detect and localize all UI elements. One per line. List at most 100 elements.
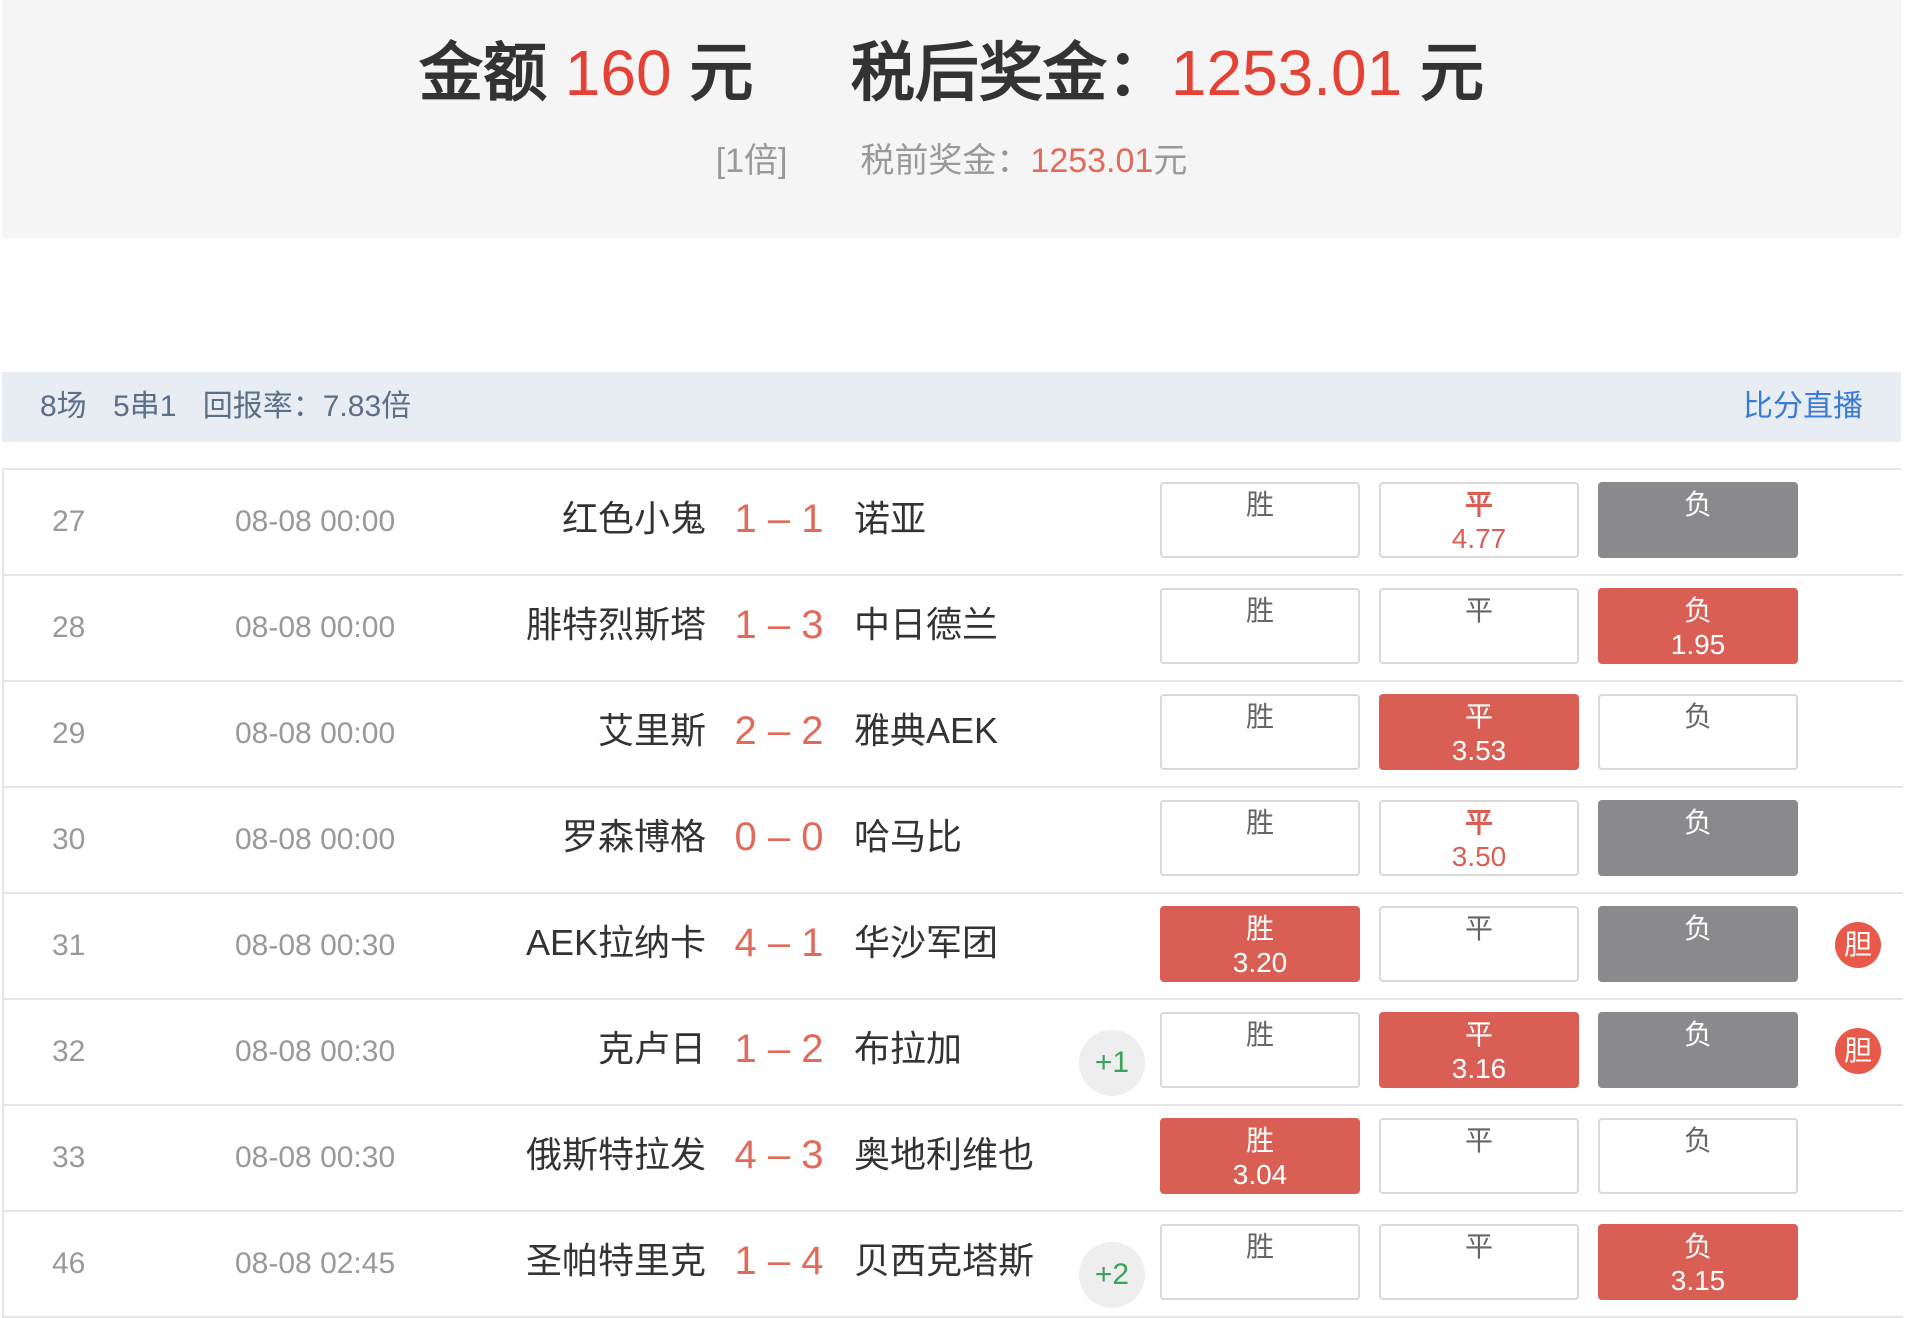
pre-tax-unit: 元 [1153, 142, 1188, 180]
option-lose[interactable]: 负 [1598, 1012, 1798, 1088]
away-team: 华沙军团 [854, 922, 999, 963]
match-number: 28 [52, 611, 86, 644]
subline: [1倍] 税前奖金：1253.01元 [2, 136, 1901, 186]
option-label: 胜 [1245, 1019, 1274, 1050]
option-label: 平 [1464, 807, 1493, 838]
away-team: 雅典AEK [854, 710, 999, 751]
option-odds: 3.04 [1232, 1159, 1288, 1190]
option-odds: 1.95 [1670, 629, 1726, 660]
option-win[interactable]: 胜 [1160, 800, 1360, 876]
option-label: 胜 [1245, 701, 1274, 732]
option-win[interactable]: 胜 3.20 [1160, 906, 1360, 982]
banker-badge: 胆 [1835, 922, 1881, 968]
home-team: 罗森博格 [561, 816, 706, 857]
option-lose[interactable]: 负 [1598, 482, 1798, 558]
prize-summary: 金额 160 元 税后奖金：1253.01 元 [1倍] 税前奖金：1253.0… [2, 0, 1901, 238]
option-draw[interactable]: 平 3.50 [1379, 800, 1579, 876]
option-draw[interactable]: 平 [1379, 906, 1579, 982]
pre-tax-value: 1253.01 [1030, 142, 1154, 180]
match-number: 31 [52, 929, 86, 962]
return-rate: 回报率：7.83倍 [202, 390, 412, 423]
match-time: 08-08 00:30 [235, 929, 396, 962]
option-label: 负 [1683, 1125, 1712, 1156]
match-score: 1 – 3 [734, 603, 824, 647]
option-lose[interactable]: 负 [1598, 694, 1798, 770]
match-row: 30 08-08 00:00 罗森博格 0 – 0 哈马比 胜 平 3.50 负 [2, 788, 1903, 894]
match-score: 0 – 0 [734, 815, 824, 859]
option-lose[interactable]: 负 3.15 [1598, 1224, 1798, 1300]
home-team: AEK拉纳卡 [525, 922, 706, 963]
home-team: 克卢日 [597, 1028, 706, 1069]
match-count: 8场 [40, 390, 87, 423]
multiple: [1倍] [715, 142, 788, 180]
more-options-badge[interactable]: +1 [1079, 1030, 1145, 1096]
option-label: 平 [1464, 1019, 1493, 1050]
match-row: 28 08-08 00:00 腓特烈斯塔 1 – 3 中日德兰 胜 平 负 1.95 [2, 576, 1903, 682]
match-time: 08-08 00:30 [235, 1141, 396, 1174]
match-time: 08-08 00:00 [235, 505, 396, 538]
away-team: 中日德兰 [854, 604, 999, 645]
match-row: 31 08-08 00:30 AEK拉纳卡 4 – 1 华沙军团 胜 3.20 平 负 胆 [2, 894, 1903, 1000]
option-draw[interactable]: 平 4.77 [1379, 482, 1579, 558]
option-win[interactable]: 胜 [1160, 694, 1360, 770]
banker-badge: 胆 [1835, 1028, 1881, 1074]
option-draw[interactable]: 平 3.16 [1379, 1012, 1579, 1088]
option-win[interactable]: 胜 [1160, 1224, 1360, 1300]
match-table: 27 08-08 00:00 红色小鬼 1 – 1 诺亚胜平 4.77 负 28 08-08 0… [2, 468, 1903, 1318]
option-odds: 3.15 [1670, 1265, 1726, 1296]
option-draw[interactable]: 平 [1379, 1118, 1579, 1194]
match-row: 29 08-08 00:00 艾里斯 2 – 2 雅典AEK 胜 平 3.53 负 [2, 682, 1903, 788]
option-odds: 4.77 [1451, 523, 1507, 554]
option-win[interactable]: 胜 [1160, 588, 1360, 664]
option-odds: 3.20 [1232, 947, 1288, 978]
match-score: 2 – 2 [734, 709, 824, 753]
match-score: 4 – 1 [734, 921, 824, 965]
away-team: 奥地利维也 [854, 1134, 1035, 1175]
option-label: 平 [1464, 1125, 1493, 1156]
option-label: 平 [1464, 1231, 1493, 1262]
option-draw[interactable]: 平 [1379, 1224, 1579, 1300]
option-lose[interactable]: 负 1.95 [1598, 588, 1798, 664]
match-number: 33 [52, 1141, 86, 1174]
option-label: 负 [1683, 595, 1712, 626]
home-team: 圣帕特里克 [525, 1240, 706, 1281]
option-label: 胜 [1245, 595, 1274, 626]
match-score: 1 – 4 [734, 1239, 824, 1283]
option-odds: 3.53 [1451, 735, 1507, 766]
match-number: 46 [52, 1247, 86, 1280]
option-label: 胜 [1245, 489, 1274, 520]
option-label: 负 [1683, 807, 1712, 838]
away-team: 布拉加 [854, 1028, 963, 1069]
option-label: 负 [1683, 701, 1712, 732]
option-draw[interactable]: 平 [1379, 588, 1579, 664]
match-number: 30 [52, 823, 86, 856]
home-team: 俄斯特拉发 [525, 1134, 706, 1175]
amount-label: 金额 [418, 37, 547, 109]
home-team: 腓特烈斯塔 [525, 604, 706, 645]
option-win[interactable]: 胜 [1160, 1012, 1360, 1088]
option-label: 平 [1464, 913, 1493, 944]
headline: 金额 160 元 税后奖金：1253.01 元 [2, 28, 1901, 118]
away-team: 哈马比 [854, 816, 963, 857]
bet-info-bar: 8场 5串1 回报率：7.83倍 比分直播 [2, 372, 1901, 442]
live-score-link[interactable]: 比分直播 [1743, 372, 1863, 442]
bet-info: 8场 5串1 回报率：7.83倍 [40, 372, 429, 442]
match-row: 33 08-08 00:30 俄斯特拉发 4 – 3 奥地利维也 胜 3.04 平 负 [2, 1106, 1903, 1212]
option-lose[interactable]: 负 [1598, 1118, 1798, 1194]
match-time: 08-08 00:00 [235, 717, 396, 750]
match-number: 27 [52, 505, 86, 538]
option-draw[interactable]: 平 3.53 [1379, 694, 1579, 770]
match-number: 32 [52, 1035, 86, 1068]
match-score: 1 – 1 [734, 497, 824, 541]
option-lose[interactable]: 负 [1598, 800, 1798, 876]
option-win[interactable]: 胜 [1160, 482, 1360, 558]
match-number: 29 [52, 717, 86, 750]
option-lose[interactable]: 负 [1598, 906, 1798, 982]
match-row: 32 08-08 00:30 克卢日 1 – 2 布拉加 +1 胜 平 3.16 负 胆 [2, 1000, 1903, 1106]
option-label: 负 [1683, 489, 1712, 520]
option-label: 平 [1464, 595, 1493, 626]
option-win[interactable]: 胜 3.04 [1160, 1118, 1360, 1194]
after-tax-unit: 元 [1420, 37, 1485, 109]
pre-tax-label: 税前奖金： [860, 142, 1031, 180]
more-options-badge[interactable]: +2 [1079, 1242, 1145, 1308]
